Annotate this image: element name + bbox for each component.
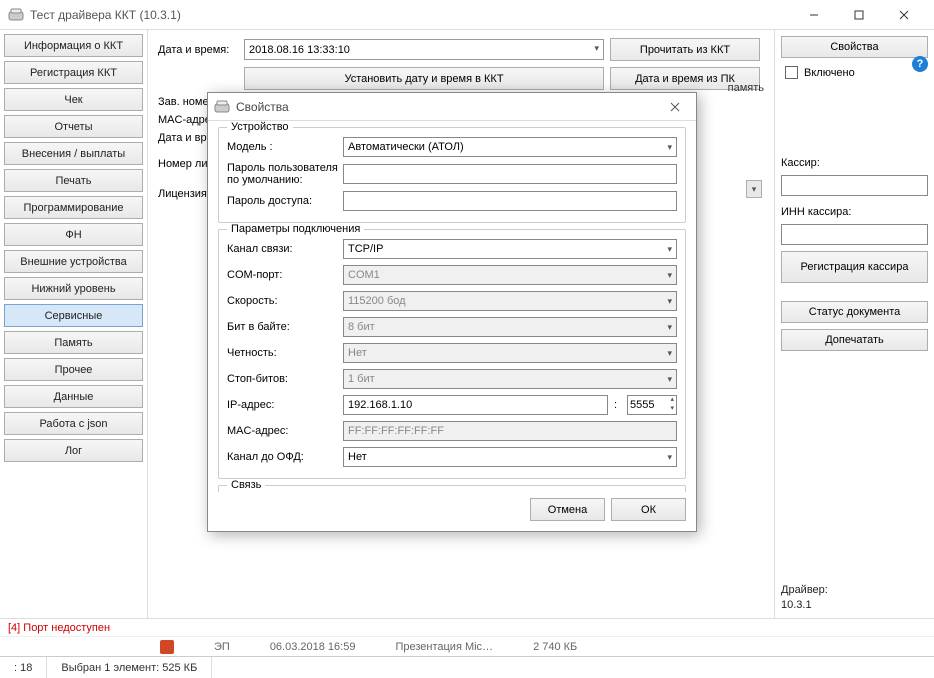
device-group: Устройство Модель : Автоматически (АТОЛ)… — [218, 127, 686, 223]
sidebar-item-log[interactable]: Лог — [4, 439, 143, 462]
reprint-button[interactable]: Допечатать — [781, 329, 928, 351]
sidebar-item-print[interactable]: Печать — [4, 169, 143, 192]
status-error: [4] Порт недоступен — [0, 618, 934, 636]
cashier-input[interactable] — [781, 175, 928, 196]
bits-label: Бит в байте: — [227, 321, 339, 333]
parity-label: Четность: — [227, 347, 339, 359]
help-icon[interactable]: ? — [912, 56, 928, 72]
cashier-inn-label: ИНН кассира: — [781, 206, 928, 218]
access-pwd-label: Пароль доступа: — [227, 195, 339, 207]
explorer-statusbar: : 18 Выбран 1 элемент: 525 КБ — [0, 656, 934, 678]
sidebar-item-lowlevel[interactable]: Нижний уровень — [4, 277, 143, 300]
ofd-label: Канал до ОФД: — [227, 451, 339, 463]
spin-button-peek[interactable]: ▾ — [746, 180, 762, 198]
main-titlebar: Тест драйвера ККТ (10.3.1) — [0, 0, 934, 30]
dialog-titlebar: Свойства — [208, 93, 696, 121]
model-label: Модель : — [227, 141, 339, 153]
enabled-label: Включено — [804, 67, 855, 79]
explorer-file-strip: ЭП 06.03.2018 16:59 Презентация Mic… 2 7… — [0, 636, 934, 656]
enabled-checkbox[interactable] — [785, 66, 798, 79]
register-cashier-button[interactable]: Регистрация кассира — [781, 251, 928, 283]
sidebar-item-external[interactable]: Внешние устройства — [4, 250, 143, 273]
ppt-icon — [160, 640, 174, 654]
ok-button[interactable]: ОК — [611, 498, 686, 521]
set-datetime-button[interactable]: Установить дату и время в ККТ — [244, 67, 604, 90]
bits-select: 8 бит — [343, 317, 677, 337]
properties-dialog: Свойства Устройство Модель : Автоматичес… — [207, 92, 697, 532]
read-from-kkt-button[interactable]: Прочитать из ККТ — [610, 38, 760, 61]
sidebar-item-memory[interactable]: Память — [4, 331, 143, 354]
sidebar-item-reports[interactable]: Отчеты — [4, 115, 143, 138]
link-group: Связь Результат: Поиск Проверка связи Па… — [218, 485, 686, 492]
sidebar-item-service[interactable]: Сервисные — [4, 304, 143, 327]
datetime-dropdown[interactable]: 2018.08.16 13:33:10 — [244, 39, 604, 60]
cashier-inn-input[interactable] — [781, 224, 928, 245]
properties-button[interactable]: Свойства — [781, 36, 928, 58]
explorer-selection: Выбран 1 элемент: 525 КБ — [47, 657, 212, 678]
window-controls — [791, 1, 926, 29]
ip-label: IP-адрес: — [227, 399, 339, 411]
channel-select[interactable]: TCP/IP — [343, 239, 677, 259]
connection-group: Параметры подключения Канал связи: TCP/I… — [218, 229, 686, 479]
mac-field-label: MAC-адрес: — [227, 425, 339, 437]
model-select[interactable]: Автоматически (АТОЛ) — [343, 137, 677, 157]
ip-input[interactable]: 192.168.1.10 — [343, 395, 608, 415]
channel-label: Канал связи: — [227, 243, 339, 255]
sidebar-item-other[interactable]: Прочее — [4, 358, 143, 381]
cancel-button[interactable]: Отмена — [530, 498, 605, 521]
speed-select: 115200 бод — [343, 291, 677, 311]
port-spinner[interactable]: 5555 — [627, 395, 677, 415]
parity-select: Нет — [343, 343, 677, 363]
sidebar-item-registration[interactable]: Регистрация ККТ — [4, 61, 143, 84]
explorer-count: : 18 — [0, 657, 47, 678]
sidebar-item-deposits[interactable]: Внесения / выплаты — [4, 142, 143, 165]
sidebar-item-data[interactable]: Данные — [4, 385, 143, 408]
user-pwd-input[interactable] — [343, 164, 677, 184]
speed-label: Скорость: — [227, 295, 339, 307]
user-pwd-label: Пароль пользователя по умолчанию: — [227, 162, 339, 186]
minimize-button[interactable] — [791, 1, 836, 29]
window-title: Тест драйвера ККТ (10.3.1) — [30, 8, 791, 22]
com-label: COM-порт: — [227, 269, 339, 281]
ofd-select[interactable]: Нет — [343, 447, 677, 467]
sidebar-item-json[interactable]: Работа с json — [4, 412, 143, 435]
close-button[interactable] — [881, 1, 926, 29]
stop-label: Стоп-битов: — [227, 373, 339, 385]
mac-input: FF:FF:FF:FF:FF:FF — [343, 421, 677, 441]
dialog-close-button[interactable] — [660, 96, 690, 118]
app-icon — [8, 7, 24, 23]
sidebar: Информация о ККТ Регистрация ККТ Чек Отч… — [0, 30, 148, 618]
datetime-label: Дата и время: — [158, 44, 238, 56]
dialog-title: Свойства — [236, 100, 660, 114]
sidebar-item-check[interactable]: Чек — [4, 88, 143, 111]
com-select: COM1 — [343, 265, 677, 285]
enabled-checkbox-row[interactable]: Включено — [781, 64, 928, 81]
access-pwd-input[interactable] — [343, 191, 677, 211]
dialog-icon — [214, 99, 230, 115]
driver-info: Драйвер: 10.3.1 — [781, 583, 928, 612]
maximize-button[interactable] — [836, 1, 881, 29]
right-panel: Свойства Включено Кассир: ИНН кассира: Р… — [774, 30, 934, 618]
doc-status-button[interactable]: Статус документа — [781, 301, 928, 323]
stop-select: 1 бит — [343, 369, 677, 389]
sidebar-item-programming[interactable]: Программирование — [4, 196, 143, 219]
sidebar-item-info[interactable]: Информация о ККТ — [4, 34, 143, 57]
sidebar-item-fn[interactable]: ФН — [4, 223, 143, 246]
cashier-label: Кассир: — [781, 157, 928, 169]
memory-trunc-label: память — [728, 82, 764, 94]
